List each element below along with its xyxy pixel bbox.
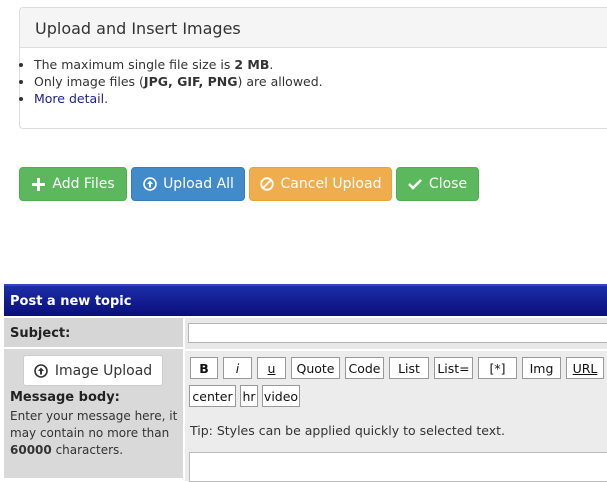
more-detail-link[interactable]: More detail xyxy=(34,91,104,106)
ban-icon xyxy=(260,177,275,192)
subject-label: Subject: xyxy=(10,326,71,341)
upload-panel-header: Upload and Insert Images xyxy=(20,8,607,48)
message-textarea[interactable] xyxy=(189,452,607,482)
message-body-label: Message body: xyxy=(10,390,120,405)
more-detail-item: More detail. xyxy=(34,90,323,107)
add-files-label: Add Files xyxy=(52,176,115,192)
upload-circle-icon xyxy=(142,177,157,192)
upload-info-list: The maximum single file size is 2 MB. On… xyxy=(22,56,323,107)
center-button[interactable]: center xyxy=(189,385,236,407)
check-icon xyxy=(408,177,423,192)
subject-input[interactable] xyxy=(188,323,607,343)
url-button[interactable]: URL xyxy=(566,357,604,379)
plus-icon xyxy=(31,177,46,192)
image-upload-button[interactable]: Image Upload xyxy=(23,355,163,386)
post-form-header: Post a new topic xyxy=(4,284,607,316)
quote-button[interactable]: Quote xyxy=(291,357,340,379)
max-characters-value: 60000 xyxy=(10,443,52,457)
cancel-upload-button[interactable]: Cancel Upload xyxy=(249,167,392,201)
editor-tip: Tip: Styles can be applied quickly to se… xyxy=(190,423,506,438)
hr-button[interactable]: hr xyxy=(240,385,258,407)
subject-row xyxy=(185,318,607,349)
cancel-upload-label: Cancel Upload xyxy=(280,176,382,192)
underline-button[interactable]: u xyxy=(257,357,286,379)
subject-label-cell: Subject: xyxy=(4,318,183,349)
post-form-title: Post a new topic xyxy=(10,294,132,309)
image-tag-button[interactable]: Img xyxy=(522,357,561,379)
message-help-text: Enter your message here, it may contain … xyxy=(10,409,178,457)
upload-all-button[interactable]: Upload All xyxy=(131,167,245,201)
close-button[interactable]: Close xyxy=(396,167,479,201)
allowed-types-note: Only image files (JPG, GIF, PNG) are all… xyxy=(34,73,323,90)
bold-button[interactable]: B xyxy=(190,357,218,379)
code-button[interactable]: Code xyxy=(345,357,384,379)
add-files-button[interactable]: Add Files xyxy=(19,167,127,201)
upload-circle-icon xyxy=(34,363,49,378)
list-button[interactable]: List xyxy=(389,357,429,379)
allowed-types-value: JPG, GIF, PNG xyxy=(143,74,238,89)
upload-all-label: Upload All xyxy=(163,176,234,192)
close-label: Close xyxy=(428,176,468,192)
max-size-value: 2 MB xyxy=(234,57,270,72)
image-upload-label: Image Upload xyxy=(54,362,153,379)
italic-button[interactable]: i xyxy=(223,357,252,379)
upload-panel-title: Upload and Insert Images xyxy=(35,19,241,38)
list-item-button[interactable]: [*] xyxy=(478,357,517,379)
max-size-note: The maximum single file size is 2 MB. xyxy=(34,56,323,73)
ordered-list-button[interactable]: List= xyxy=(434,357,473,379)
video-button[interactable]: video xyxy=(262,385,300,407)
